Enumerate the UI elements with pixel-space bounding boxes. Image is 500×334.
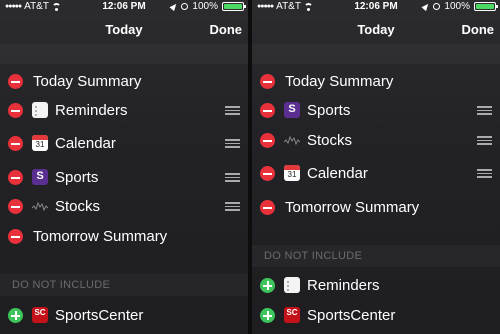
sports-icon: S (32, 169, 48, 185)
top-gap (0, 44, 248, 64)
widget-row-calendar: 31 Calendar (0, 129, 248, 158)
widget-row-today-summary: Today Summary (0, 67, 248, 96)
widget-row-sports: S Sports (0, 163, 248, 192)
sportscenter-icon-text: SC (286, 308, 298, 317)
widget-row-stocks: Stocks (252, 126, 500, 155)
widget-label: Calendar (55, 135, 116, 152)
navigation-bar: Today Done (252, 14, 500, 44)
stocks-icon (32, 198, 48, 214)
widget-label: Sports (307, 102, 351, 119)
done-button[interactable]: Done (210, 22, 243, 37)
section-header-label: DO NOT INCLUDE (264, 250, 363, 262)
location-icon (169, 1, 179, 12)
location-icon (421, 1, 431, 12)
widget-label: Stocks (55, 198, 101, 215)
remove-button[interactable] (8, 103, 23, 118)
widget-label: Today Summary (33, 73, 142, 90)
widget-row-sportscenter: SC SportsCenter (0, 301, 248, 330)
sports-icon-letter: S (288, 103, 296, 115)
reorder-handle-icon[interactable] (225, 202, 240, 211)
calendar-icon: 31 (32, 135, 48, 151)
battery-percent: 100% (444, 1, 470, 12)
alarm-icon (433, 3, 441, 10)
add-button[interactable] (8, 308, 23, 323)
section-header-label: DO NOT INCLUDE (12, 279, 111, 291)
reorder-handle-icon[interactable] (477, 106, 492, 115)
section-header-do-not-include: DO NOT INCLUDE (0, 274, 248, 296)
widget-row-tomorrow-summary: Tomorrow Summary (252, 193, 500, 222)
status-bar: ●●●●● AT&T 12:06 PM 100% (0, 0, 248, 14)
widget-label: SportsCenter (307, 307, 396, 324)
remove-button[interactable] (260, 103, 275, 118)
remove-button[interactable] (260, 74, 275, 89)
reminders-icon (32, 102, 48, 118)
reorder-handle-icon[interactable] (225, 173, 240, 182)
stocks-icon (284, 132, 300, 148)
calendar-icon-number: 31 (35, 140, 45, 149)
widget-row-calendar: 31 Calendar (252, 159, 500, 188)
remove-button[interactable] (8, 199, 23, 214)
today-edit-screen-right: ●●●●● AT&T 12:06 PM 100% Today Done Toda… (252, 0, 500, 334)
widget-row-reminders: Reminders (252, 271, 500, 300)
status-right: 100% (421, 1, 498, 12)
add-button[interactable] (260, 308, 275, 323)
remove-button[interactable] (260, 133, 275, 148)
reorder-handle-icon[interactable] (477, 136, 492, 145)
sportscenter-icon-text: SC (34, 308, 46, 317)
status-right: 100% (169, 1, 246, 12)
widget-label: Tomorrow Summary (33, 228, 168, 245)
calendar-icon: 31 (284, 165, 300, 181)
today-edit-screen-left: ●●●●● AT&T 12:06 PM 100% Today Done Toda… (0, 0, 248, 334)
reorder-handle-icon[interactable] (477, 169, 492, 178)
battery-icon (222, 2, 246, 11)
calendar-icon-number: 31 (287, 170, 297, 179)
widget-label: Sports (55, 169, 99, 186)
widget-label: Stocks (307, 132, 353, 149)
navigation-bar: Today Done (0, 14, 248, 44)
sports-icon-letter: S (36, 170, 44, 182)
widget-row-stocks: Stocks (0, 192, 248, 221)
widget-label: Reminders (55, 102, 128, 119)
widget-row-today-summary: Today Summary (252, 67, 500, 96)
reminders-icon (284, 277, 300, 293)
status-bar: ●●●●● AT&T 12:06 PM 100% (252, 0, 500, 14)
widget-row-sportscenter: SC SportsCenter (252, 301, 500, 330)
sportscenter-icon: SC (32, 307, 48, 323)
remove-button[interactable] (8, 74, 23, 89)
widget-label: Reminders (307, 277, 380, 294)
battery-percent: 100% (192, 1, 218, 12)
widget-label: Tomorrow Summary (285, 199, 420, 216)
add-button[interactable] (260, 278, 275, 293)
widget-row-tomorrow-summary: Tomorrow Summary (0, 222, 248, 251)
battery-icon (474, 2, 498, 11)
widget-label: SportsCenter (55, 307, 144, 324)
sports-icon: S (284, 102, 300, 118)
remove-button[interactable] (8, 170, 23, 185)
alarm-icon (181, 3, 189, 10)
screens: ●●●●● AT&T 12:06 PM 100% Today Done Toda… (0, 0, 500, 334)
remove-button[interactable] (260, 200, 275, 215)
reorder-handle-icon[interactable] (225, 139, 240, 148)
sportscenter-icon: SC (284, 307, 300, 323)
reorder-handle-icon[interactable] (225, 106, 240, 115)
remove-button[interactable] (8, 136, 23, 151)
done-button[interactable]: Done (462, 22, 495, 37)
top-gap (252, 44, 500, 64)
widget-label: Today Summary (285, 73, 394, 90)
remove-button[interactable] (260, 166, 275, 181)
section-header-do-not-include: DO NOT INCLUDE (252, 245, 500, 267)
remove-button[interactable] (8, 229, 23, 244)
widget-row-sports: S Sports (252, 96, 500, 125)
widget-label: Calendar (307, 165, 368, 182)
widget-row-reminders: Reminders (0, 96, 248, 125)
